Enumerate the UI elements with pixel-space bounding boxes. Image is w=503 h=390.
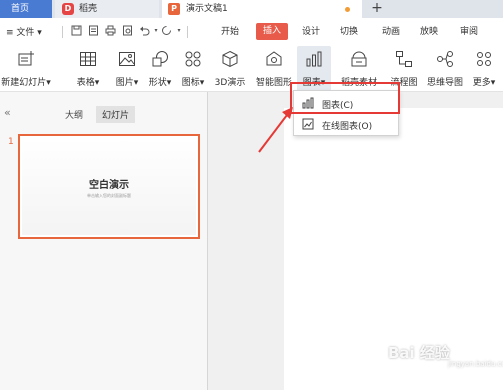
watermark: Bai 经验	[388, 344, 450, 362]
arrow-annotation	[258, 107, 293, 153]
watermark-sub: jingyan.baidu.com	[448, 360, 503, 368]
